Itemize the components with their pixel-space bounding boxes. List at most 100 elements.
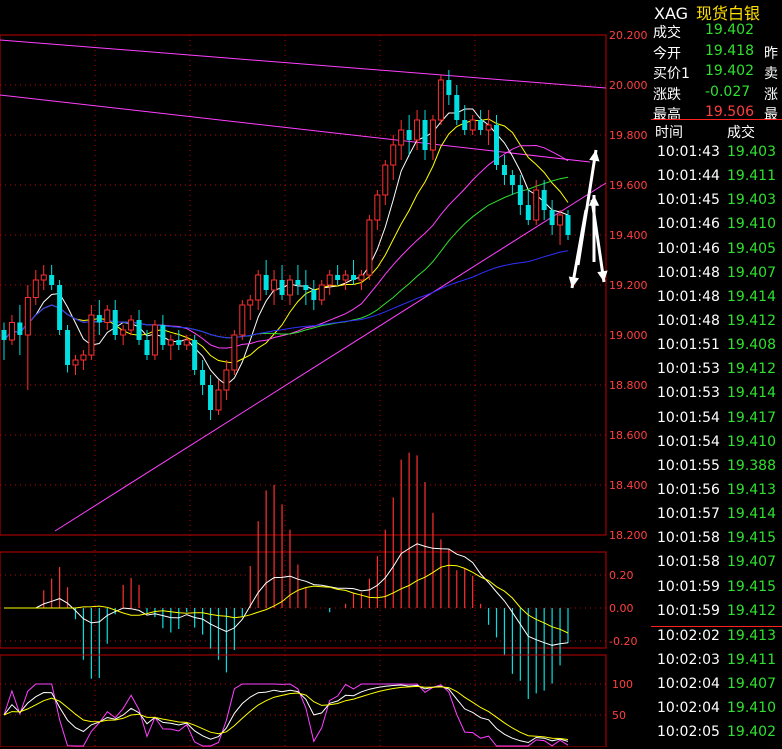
quote-label: 涨跌	[653, 86, 681, 103]
tick-time: 10:01:45	[657, 192, 720, 209]
candle-body	[1, 330, 7, 340]
tick-row: 10:01:59 19.415	[651, 579, 782, 603]
price-tick-label: 20.200	[609, 29, 648, 42]
price-tick-label: 18.600	[609, 429, 648, 442]
tick-price: 19.414	[727, 288, 776, 305]
candle-body	[478, 120, 484, 130]
candle-body	[239, 304, 246, 336]
ticks-header: 时间 成交	[651, 119, 782, 145]
candle-body	[557, 214, 564, 226]
tick-time: 10:02:05	[657, 724, 720, 741]
tick-time: 10:01:58	[657, 530, 720, 547]
tick-price: 19.388	[727, 457, 776, 474]
tick-row: 10:01:44 19.411	[651, 168, 782, 192]
quote-extra: 卖	[764, 66, 778, 82]
candle-body	[517, 185, 523, 205]
candle-body	[40, 274, 47, 281]
candle-body	[549, 210, 555, 225]
tick-row: 10:01:51 19.408	[651, 337, 782, 361]
price-tick-label: 18.200	[609, 529, 648, 542]
tick-row: 10:01:56 19.413	[651, 482, 782, 506]
candle-body	[263, 275, 269, 290]
trendline	[0, 39, 607, 89]
tick-row: 10:01:48 19.412	[651, 313, 782, 337]
candle-body	[462, 120, 468, 130]
tick-row: 10:01:58 19.415	[651, 530, 782, 554]
tick-time: 10:02:04	[657, 676, 720, 693]
quote-row-bid: 买价1 19.402 卖	[651, 63, 782, 84]
tick-price: 19.402	[727, 724, 776, 741]
tick-price: 19.415	[727, 578, 776, 595]
tick-time: 10:01:53	[657, 361, 720, 378]
ticks-header-time: 时间	[655, 125, 683, 141]
ticks-list[interactable]: 10:01:43 19.403 10:01:44 19.411 10:01:45 19.4…	[651, 144, 782, 749]
tick-price: 19.405	[727, 240, 776, 257]
kline-chart[interactable]: 20.200 20.000 19.800 19.600 19.400 19.200 19.0…	[0, 0, 651, 747]
tick-time: 10:01:51	[657, 337, 720, 354]
tick-price: 19.408	[727, 337, 776, 354]
candle-body	[49, 275, 55, 285]
macd-panel: 0.20 0.00 -0.20	[0, 452, 637, 699]
candle-body	[374, 194, 381, 221]
quote-panel: 成交 19.402 今开 19.418 昨 买价1 19.402 卖 涨跌 -0.027 涨 …	[651, 22, 782, 125]
candle-body	[494, 125, 500, 165]
kdj-k-line	[3, 684, 569, 744]
annotation-arrowhead	[588, 195, 600, 206]
quote-row-change: 涨跌 -0.027 涨	[651, 84, 782, 105]
tick-row: 10:01:46 19.405	[651, 241, 782, 265]
candle-body	[351, 275, 357, 280]
candle-body	[223, 369, 230, 391]
candle-body	[382, 164, 389, 196]
price-tick-label: 19.400	[609, 229, 648, 242]
tick-row: 10:01:43 19.403	[651, 144, 782, 168]
quote-value: 19.418	[705, 42, 754, 59]
candle-body	[176, 340, 182, 345]
tick-time: 10:01:57	[657, 506, 720, 523]
tick-row: 10:02:03 19.411	[651, 652, 782, 676]
tick-price: 19.410	[727, 700, 776, 717]
quote-value: -0.027	[705, 83, 751, 100]
quote-value: 19.402	[705, 63, 754, 79]
tick-time: 10:01:48	[657, 312, 720, 329]
tick-price: 19.411	[727, 168, 776, 185]
tick-price: 19.407	[727, 676, 776, 693]
candle-body	[279, 280, 285, 295]
tick-price: 19.415	[727, 530, 776, 547]
kdj-d-line	[3, 685, 569, 740]
tick-time: 10:01:48	[657, 264, 720, 281]
candle-body	[167, 339, 174, 346]
tick-row: 10:01:54 19.410	[651, 434, 782, 458]
tick-time: 10:02:03	[657, 651, 720, 668]
candle-body	[326, 274, 333, 286]
candle-body	[525, 205, 531, 220]
tick-row: 10:02:05 19.402	[651, 724, 782, 748]
tick-price: 19.413	[727, 627, 776, 644]
candle-body	[88, 314, 95, 356]
candle-body	[429, 119, 436, 151]
quote-value: 19.506	[705, 104, 754, 120]
price-tick-label: 18.800	[609, 379, 648, 392]
candle-body	[406, 130, 412, 140]
candle-body	[398, 129, 405, 146]
price-panel: 20.200 20.000 19.800 19.600 19.400 19.200 19.0…	[0, 29, 648, 747]
candle-body	[24, 297, 31, 336]
tick-time: 10:01:46	[657, 216, 720, 233]
candle-body	[32, 279, 39, 298]
macd-tick-label: -0.20	[609, 635, 637, 648]
tick-time: 10:02:02	[657, 627, 720, 644]
tick-price: 19.414	[727, 385, 776, 402]
quote-value: 19.402	[705, 22, 754, 38]
candle-body	[446, 80, 452, 95]
price-tick-label: 18.400	[609, 479, 648, 492]
price-tick-label: 20.000	[609, 79, 648, 92]
candle-body	[303, 285, 309, 290]
candle-body	[136, 320, 142, 340]
tick-row: 10:01:48 19.407	[651, 265, 782, 289]
trendline	[0, 94, 591, 163]
candle-body	[342, 274, 349, 281]
tick-row: 10:02:04 19.410	[651, 700, 782, 724]
tick-row: 10:01:55 19.388	[651, 458, 782, 482]
candle-body	[501, 165, 507, 175]
annotation-arrowhead	[568, 276, 580, 288]
candle-body	[112, 310, 118, 335]
